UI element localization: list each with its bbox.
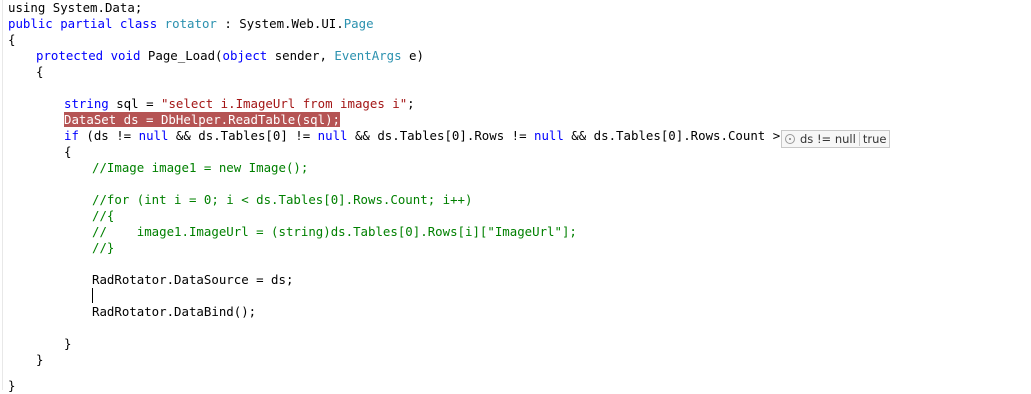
keyword: protected void [36,48,141,63]
keyword: public partial class [8,16,158,31]
keyword: null [534,128,564,143]
code-line-7: DataSet ds = DbHelper.ReadTable(sql); [64,112,341,128]
breakpoint-highlight: DataSet ds = DbHelper.ReadTable(sql); [64,112,341,127]
text-caret [92,288,93,303]
code-line-2: public partial class rotator : System.We… [8,16,374,32]
code-line-19: } [8,378,15,394]
code-line-15: RadRotator.DataSource = ds; [92,272,293,288]
code-line-3: { [8,32,15,48]
code-text: (ds != [78,128,139,143]
class-name: rotator [164,16,217,31]
code-line-17: } [64,336,71,352]
code-text: && ds.Tables[0].Rows.Count > 0) [563,128,803,143]
type-name: EventArgs [334,48,402,63]
brace: { [64,144,72,159]
datatip-expression: ds != null [800,132,856,146]
comment: //} [92,240,115,255]
code-line-8: if (ds != null && ds.Tables[0] != null &… [64,128,803,144]
brace: } [8,378,16,393]
code-text: ; [407,96,415,111]
code-text: && ds.Tables[0].Rows != [347,128,534,143]
comment: //Image image1 = new Image(); [92,160,309,175]
code-line-12: //{ [92,208,114,224]
code-line-1: using System.Data; [8,0,142,16]
using-statement: using System.Data; [8,0,143,15]
code-line-13: // image1.ImageUrl = (string)ds.Tables[0… [92,224,577,240]
keyword: object [222,48,268,63]
type-name: Page [343,16,374,31]
comment: //{ [92,208,115,223]
keyword: null [317,128,348,143]
code-editor[interactable]: using System.Data; public partial class … [0,0,1031,393]
code-line-4: protected void Page_Load(object sender, … [36,48,424,64]
brace: } [36,352,44,367]
code-text: sql = [108,96,161,111]
code-line-18: } [36,352,43,368]
code-text: Page_Load( [140,48,223,63]
code-text: e) [401,48,424,63]
code-text: && ds.Tables[0] != [168,128,318,143]
datatip-value[interactable]: true [863,132,887,146]
brace: { [8,32,16,47]
code-line-14: //} [92,240,114,256]
pin-icon[interactable] [785,134,795,144]
datatip-separator [858,132,860,146]
code-text: sender, [267,48,335,63]
code-text: RadRotator.DataSource = ds; [92,272,294,287]
comment: // image1.ImageUrl = (string)ds.Tables[0… [92,224,577,239]
code-line-5: { [36,64,43,80]
code-line-11: //for (int i = 0; i < ds.Tables[0].Rows.… [92,192,472,208]
code-text: RadRotator.DataBind(); [92,304,257,319]
keyword: null [138,128,169,143]
code-line-10: //Image image1 = new Image(); [92,160,308,176]
keyword: string [64,96,109,111]
brace: } [64,336,72,351]
gutter-divider [2,0,3,390]
code-line-6: string sql = "select i.ImageUrl from ima… [64,96,415,112]
comment: //for (int i = 0; i < ds.Tables[0].Rows.… [92,192,473,207]
code-line-16: RadRotator.DataBind(); [92,304,256,320]
debugger-datatip[interactable]: ds != null true [781,130,891,148]
code-line-9: { [64,144,71,160]
code-text: : System.Web.UI. [216,16,344,31]
string-literal: "select i.ImageUrl from images i" [160,96,408,111]
brace: { [36,64,44,79]
keyword: if [64,128,79,143]
